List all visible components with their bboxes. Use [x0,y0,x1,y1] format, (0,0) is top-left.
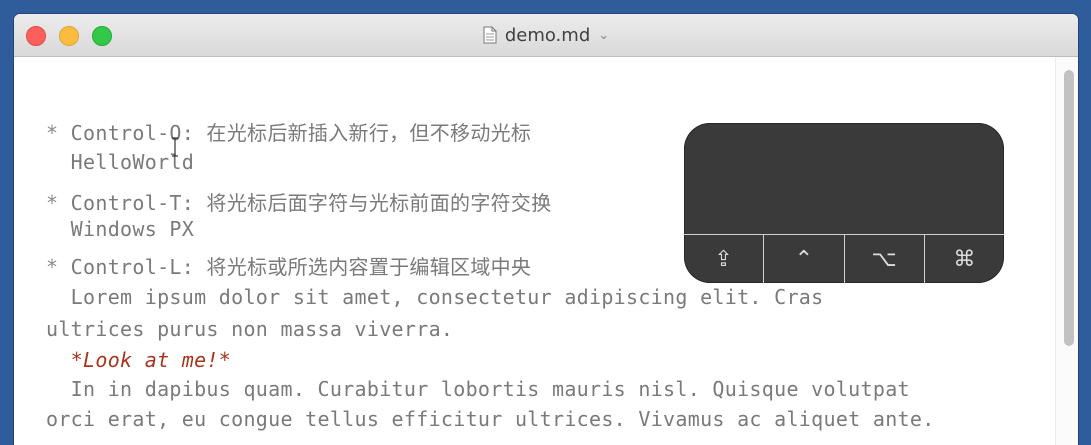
editor-line: orci erat, eu congue tellus efficitur ul… [46,407,935,431]
editor-line: * Control-O: 在光标后新插入新行，但不移动光标 [46,117,531,146]
line-text: ultrices purus non massa viverra. [46,317,454,341]
bullet-marker: * [46,121,59,145]
line-text: Control-L: 将光标或所选内容置于编辑区域中央 [58,255,532,279]
line-text: orci erat, eu congue tellus efficitur ul… [46,407,935,431]
editor-line: * Control-L: 将光标或所选内容置于编辑区域中央 [46,251,531,280]
editor-window: demo.md ⌄ * Control-O: 在光标后新插入新行，但不移动光标 … [14,14,1078,445]
title-bar: demo.md ⌄ [14,14,1078,57]
bullet-marker: * [46,191,59,215]
chevron-down-icon[interactable]: ⌄ [598,28,609,43]
touch-bar: ⇪ ⌃ ⌥ ⌘ [684,123,1004,283]
editor-line: Windows PX [46,217,194,241]
text-editor[interactable]: * Control-O: 在光标后新插入新行，但不移动光标 HelloWorld… [14,57,1056,445]
line-text: Control-O: 在光标后新插入新行，但不移动光标 [58,121,532,145]
window-title-area[interactable]: demo.md ⌄ [14,14,1078,56]
modifier-keys: ⇪ ⌃ ⌥ ⌘ [684,234,1004,283]
window-title: demo.md [504,24,591,46]
document-icon [483,26,497,44]
bullet-marker: * [46,255,59,279]
line-text: In in dapibus quam. Curabitur lobortis m… [46,377,910,401]
editor-line: * Control-T: 将光标后面字符与光标前面的字符交换 [46,187,552,216]
emphasis-text: *Look at me!* [46,348,232,372]
line-text: Control-T: 将光标后面字符与光标前面的字符交换 [58,191,552,215]
option-icon: ⌥ [871,246,897,272]
line-text: Lorem ipsum dolor sit amet, consectetur … [46,285,824,309]
control-key[interactable]: ⌃ [763,235,843,283]
command-key[interactable]: ⌘ [923,235,1004,283]
command-icon: ⌘ [953,246,976,272]
scrollbar-thumb[interactable] [1064,70,1074,346]
text-cursor-icon [172,137,178,157]
control-icon: ⌃ [794,246,814,272]
editor-line: Lorem ipsum dolor sit amet, consectetur … [46,285,824,309]
line-text: Windows PX [46,217,195,241]
emphasis-line: *Look at me!* [46,348,231,372]
editor-line: In in dapibus quam. Curabitur lobortis m… [46,377,910,401]
shift-icon: ⇪ [714,246,733,272]
editor-line: ultrices purus non massa viverra. [46,317,453,341]
option-key[interactable]: ⌥ [843,235,924,283]
shift-key[interactable]: ⇪ [684,235,763,283]
